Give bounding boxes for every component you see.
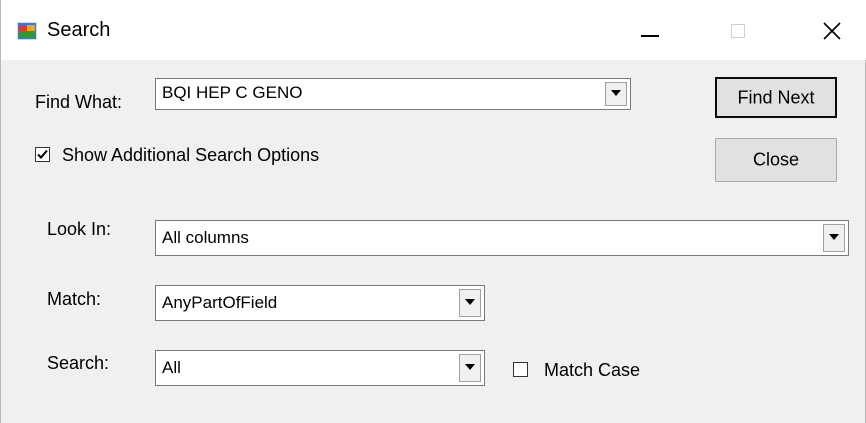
find-next-button[interactable]: Find Next bbox=[715, 77, 837, 118]
search-label: Search: bbox=[47, 353, 110, 373]
window-title: Search bbox=[47, 19, 111, 41]
match-combo[interactable]: AnyPartOfField bbox=[155, 285, 485, 321]
match-case-label[interactable]: Match Case bbox=[544, 359, 640, 381]
find-what-dropdown-button[interactable] bbox=[605, 82, 627, 106]
match-case-checkbox[interactable] bbox=[513, 362, 528, 377]
chevron-down-icon bbox=[465, 364, 475, 370]
minimize-button[interactable] bbox=[623, 0, 683, 60]
match-value: AnyPartOfField bbox=[162, 293, 278, 312]
find-what-value: BQI HEP C GENO bbox=[162, 83, 303, 102]
maximize-button[interactable] bbox=[711, 0, 771, 60]
find-next-label: Find Next bbox=[737, 87, 815, 107]
show-additional-label[interactable]: Show Additional Search Options bbox=[62, 144, 319, 166]
chevron-down-icon bbox=[465, 299, 475, 305]
close-button[interactable]: Close bbox=[715, 138, 837, 182]
chevron-down-icon bbox=[611, 90, 621, 96]
look-in-combo[interactable]: All columns bbox=[155, 220, 849, 256]
find-what-label: Find What: bbox=[35, 92, 123, 112]
match-dropdown-button[interactable] bbox=[459, 289, 481, 317]
search-combo[interactable]: All bbox=[155, 350, 485, 386]
show-additional-checkbox[interactable] bbox=[35, 147, 50, 162]
close-window-button[interactable] bbox=[801, 0, 861, 60]
look-in-dropdown-button[interactable] bbox=[823, 224, 845, 252]
match-label: Match: bbox=[47, 289, 102, 309]
close-icon bbox=[823, 22, 841, 40]
close-label: Close bbox=[752, 149, 800, 170]
find-what-combo[interactable]: BQI HEP C GENO bbox=[155, 78, 631, 110]
search-value: All bbox=[162, 358, 181, 377]
title-bar: Search bbox=[1, 0, 866, 60]
checkmark-icon bbox=[37, 149, 48, 159]
app-window-icon bbox=[17, 22, 37, 40]
chevron-down-icon bbox=[829, 234, 839, 240]
search-dialog: Search Find What: BQI HEP C GENO Find Ne… bbox=[0, 0, 866, 423]
look-in-label: Look In: bbox=[47, 219, 112, 239]
search-dropdown-button[interactable] bbox=[459, 354, 481, 382]
look-in-value: All columns bbox=[162, 228, 249, 247]
